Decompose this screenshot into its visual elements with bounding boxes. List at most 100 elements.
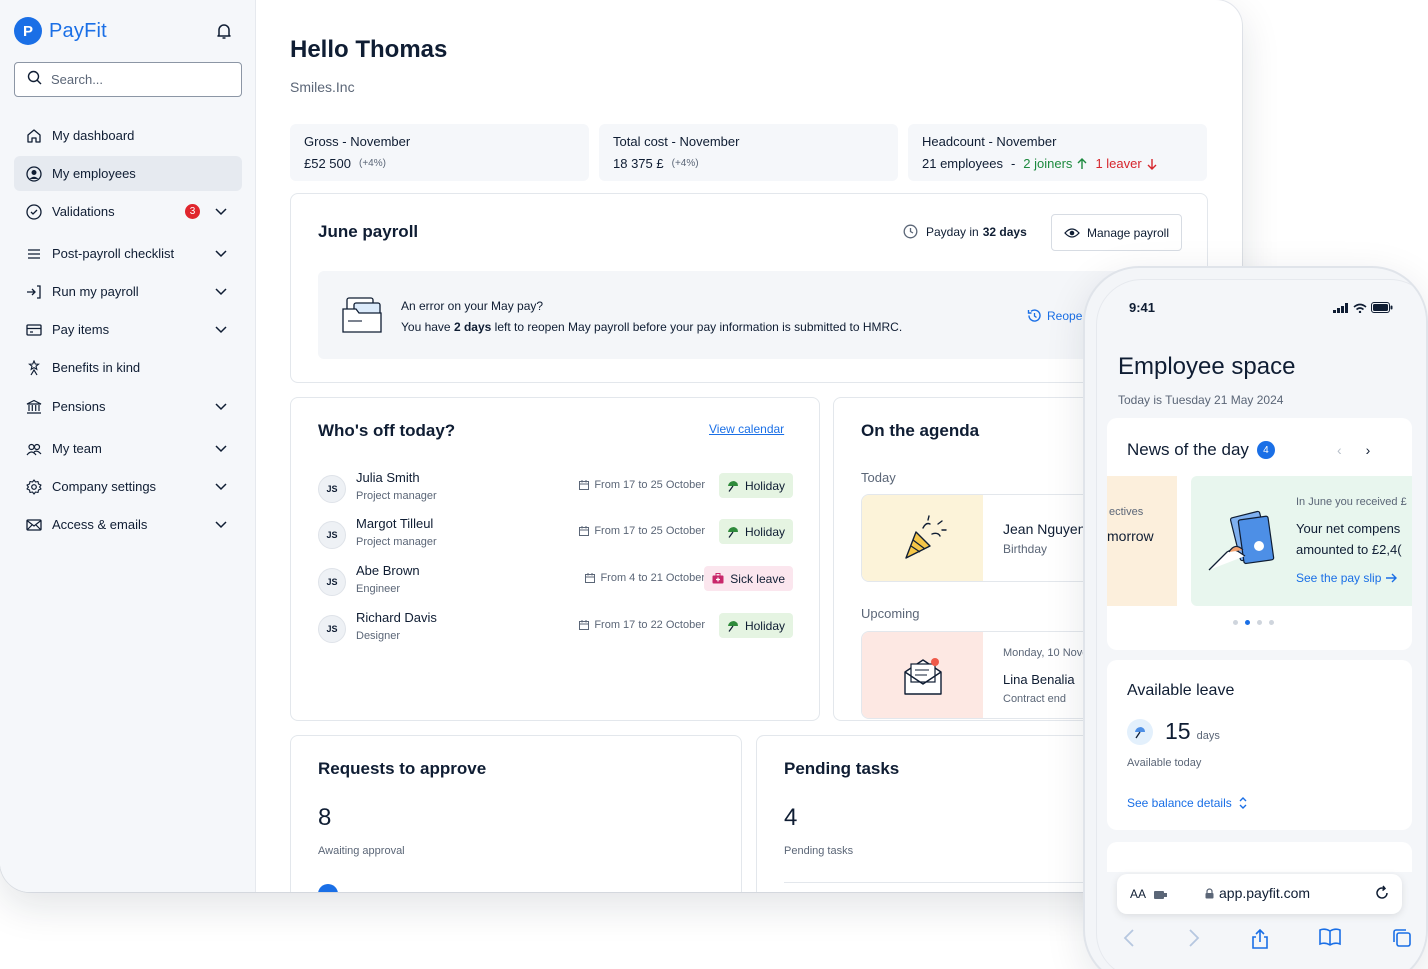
battery-icon	[1371, 302, 1393, 313]
sidebar-item-my-employees[interactable]: My employees	[14, 156, 242, 191]
url-text: app.payfit.com	[1219, 885, 1311, 901]
error-title: An error on your May pay?	[401, 299, 544, 313]
whos-off-title: Who's off today?	[318, 421, 456, 440]
employee-space-title: Employee space	[1118, 353, 1296, 380]
beach-umbrella-icon	[1127, 718, 1153, 745]
enter-icon	[26, 284, 42, 300]
tabs-icon[interactable]	[1392, 928, 1412, 953]
stat-leavers: 1 leaver	[1095, 156, 1157, 171]
beach-umbrella-icon	[727, 480, 738, 492]
joiners-label: 2 joiners	[1023, 156, 1073, 171]
error-pre: You have	[401, 320, 451, 334]
back-icon[interactable]	[1122, 928, 1136, 953]
see-pay-slip-link[interactable]: See the pay slip	[1296, 571, 1398, 585]
person-role: Project manager	[356, 490, 437, 502]
stat-headcount-label: Headcount - November	[922, 134, 1057, 149]
screenshot-stage: P PayFit My dashboard My employees Validat…	[0, 0, 1428, 969]
sidebar-item-my-dashboard[interactable]: My dashboard	[14, 118, 242, 153]
page-title: Hello Thomas	[290, 36, 448, 63]
requests-first-item-partial[interactable]	[318, 884, 338, 892]
news-slide-previous[interactable]: ectives morrow	[1107, 476, 1177, 606]
chevron-right-icon[interactable]: ›	[1366, 442, 1371, 458]
status-icons	[1333, 302, 1393, 313]
carousel-dot-active[interactable]	[1245, 620, 1250, 625]
manage-payroll-button[interactable]: Manage payroll	[1051, 214, 1182, 251]
chevron-down-icon[interactable]	[214, 322, 228, 336]
payroll-card: June payroll Payday in 32 days Manage pa…	[290, 193, 1208, 383]
reopen-link[interactable]: Reope	[1027, 308, 1082, 323]
bell-icon[interactable]	[214, 21, 234, 41]
leave-title: Available leave	[1127, 682, 1235, 699]
sidebar-item-label: Company settings	[52, 479, 157, 494]
stat-gross-change: (+4%)	[359, 158, 386, 169]
person-role: Project manager	[356, 536, 437, 548]
chevron-down-icon[interactable]	[214, 517, 228, 531]
app-name: PayFit	[49, 19, 107, 42]
leave-sub: Available today	[1127, 757, 1202, 769]
search-input[interactable]	[51, 72, 221, 87]
sidebar-item-pay-items[interactable]: Pay items	[14, 312, 242, 347]
chevron-down-icon[interactable]	[214, 479, 228, 493]
extension-icon[interactable]	[1154, 888, 1168, 906]
sidebar-item-my-team[interactable]: My team	[14, 431, 242, 466]
chevron-down-icon[interactable]	[214, 204, 228, 218]
stat-cost-change: (+4%)	[671, 158, 699, 169]
see-balance-details-link[interactable]: See balance details	[1127, 796, 1248, 810]
forward-icon[interactable]	[1187, 928, 1201, 953]
avatar: JS	[318, 568, 346, 596]
stat-cost-label: Total cost - November	[613, 134, 740, 149]
chevron-down-icon[interactable]	[214, 399, 228, 413]
chevron-down-icon[interactable]	[214, 441, 228, 455]
carousel-dot[interactable]	[1257, 620, 1262, 625]
current-slide-text-b1: Your net compens	[1296, 521, 1401, 536]
avatar: JS	[318, 521, 346, 549]
chevron-left-icon[interactable]: ‹	[1337, 442, 1342, 458]
mail-icon	[26, 517, 42, 533]
sidebar: P PayFit My dashboard My employees Validat…	[0, 0, 256, 892]
share-icon[interactable]	[1251, 928, 1269, 955]
leave-unit: days	[1196, 730, 1220, 742]
carousel-dot[interactable]	[1233, 620, 1238, 625]
chevron-down-icon[interactable]	[214, 246, 228, 260]
text-size-button[interactable]: AA	[1130, 887, 1146, 901]
sidebar-item-run-my-payroll[interactable]: Run my payroll	[14, 274, 242, 309]
absence-row[interactable]: JS Richard Davis Designer From 17 to 22 Oct…	[318, 610, 793, 650]
brand[interactable]: P PayFit	[14, 17, 107, 45]
sidebar-item-post-payroll-checklist[interactable]: Post-payroll checklist	[14, 236, 242, 271]
sidebar-item-company-settings[interactable]: Company settings	[14, 469, 242, 504]
sidebar-item-pensions[interactable]: Pensions	[14, 389, 242, 424]
agenda-upcoming-event: Contract end	[1003, 693, 1066, 705]
search-box[interactable]	[14, 62, 242, 97]
person-name: Abe Brown	[356, 563, 420, 578]
reload-icon[interactable]	[1374, 885, 1390, 906]
sidebar-item-access-emails[interactable]: Access & emails	[14, 507, 242, 542]
stat-headcount-sep: -	[1010, 156, 1016, 171]
news-slide-current[interactable]: In June you received £ Your net compens …	[1191, 476, 1412, 606]
sidebar-item-label: Run my payroll	[52, 284, 139, 299]
star-person-icon	[26, 359, 42, 376]
carousel-dot[interactable]	[1269, 620, 1274, 625]
bookmarks-icon[interactable]	[1319, 928, 1342, 951]
absence-row[interactable]: JS Margot Tilleul Project manager From 17 t…	[318, 516, 793, 556]
see-balance-details-label: See balance details	[1127, 796, 1232, 810]
absence-row[interactable]: JS Abe Brown Engineer From 4 to 21 October S…	[318, 563, 793, 603]
wifi-icon	[1353, 303, 1367, 313]
sidebar-item-benefits-in-kind[interactable]: Benefits in kind	[14, 350, 242, 385]
view-calendar-link[interactable]: View calendar	[709, 422, 784, 436]
browser-url-bar[interactable]: AA app.payfit.com	[1117, 874, 1402, 914]
stat-headcount-value: 21 employees	[922, 156, 1003, 171]
absence-type-label: Holiday	[744, 478, 785, 493]
sidebar-item-validations[interactable]: Validations 3	[14, 194, 242, 229]
absence-dates: From 4 to 21 October	[585, 572, 705, 584]
chevron-down-icon[interactable]	[214, 284, 228, 298]
absence-row[interactable]: JS Julia Smith Project manager From 17 to 2…	[318, 470, 793, 510]
employee-space-date: Today is Tuesday 21 May 2024	[1118, 393, 1284, 407]
whos-off-card: Who's off today? View calendar JS Julia S…	[290, 397, 820, 721]
payday-prefix: Payday in	[926, 224, 979, 239]
sidebar-item-label: Post-payroll checklist	[52, 246, 175, 261]
current-slide-text-a: In June you received £	[1296, 496, 1407, 508]
sidebar-item-label: Access & emails	[52, 517, 148, 532]
payroll-title: June payroll	[318, 222, 419, 241]
person-name: Richard Davis	[356, 610, 437, 625]
prev-slide-text-a: ectives	[1109, 506, 1144, 518]
